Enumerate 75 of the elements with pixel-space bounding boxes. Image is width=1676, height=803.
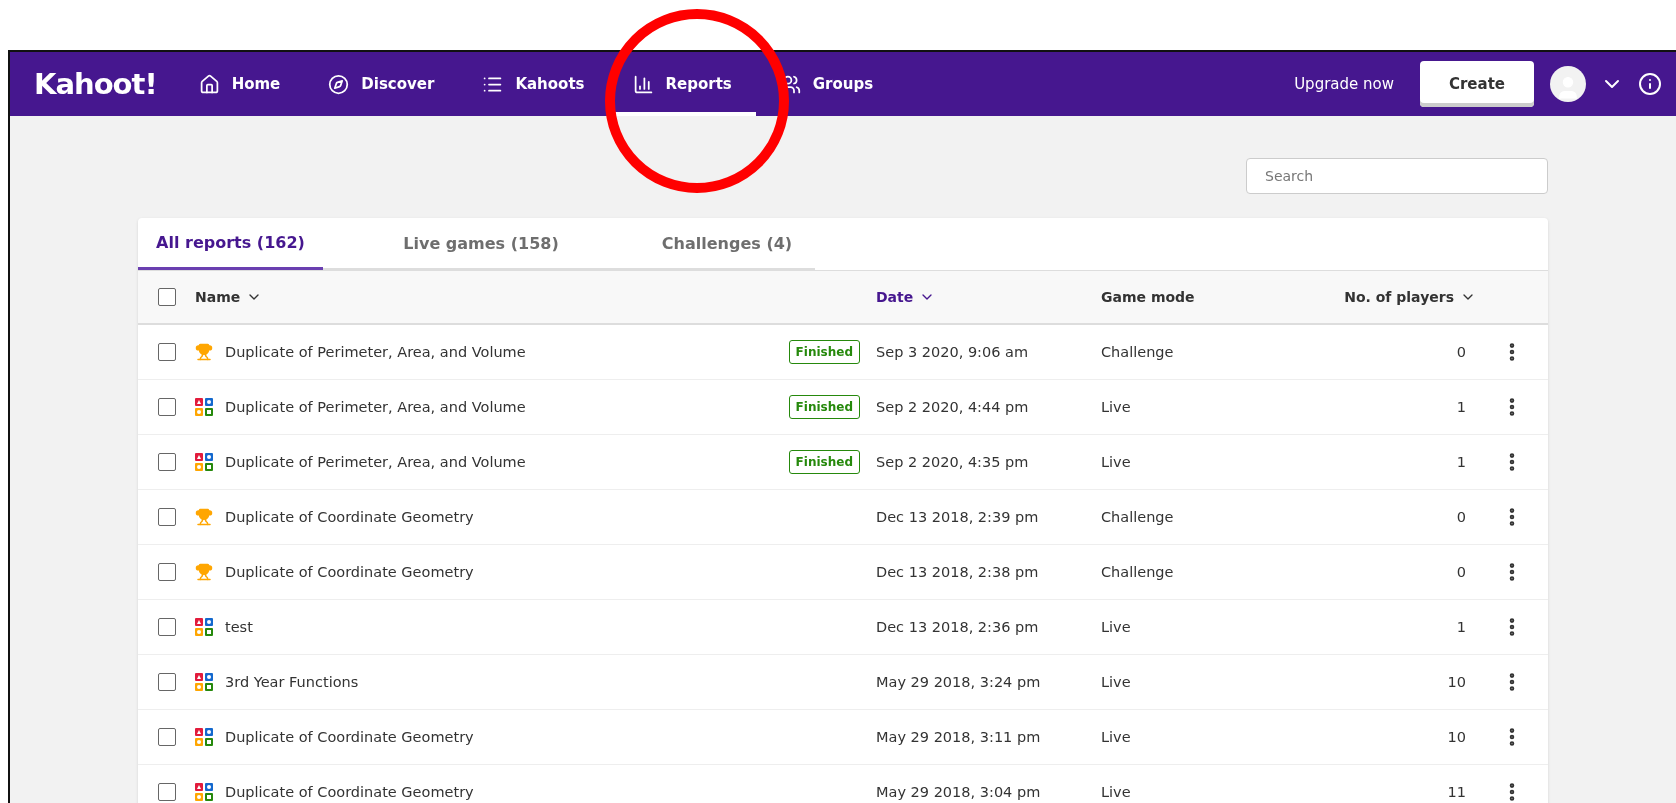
avatar[interactable] [1550,66,1586,102]
bar-chart-icon [632,73,654,95]
checkbox[interactable] [158,343,176,361]
trophy-icon [195,563,213,581]
table-cell-text: 10 [1446,674,1467,690]
table-cell-text: Dec 13 2018, 2:39 pm [876,509,1040,525]
home-icon [198,73,220,95]
trophy-icon [195,508,213,526]
status-badge: Finished [788,395,860,419]
checkbox[interactable] [158,508,176,526]
table-cell-text: Live [1101,619,1132,635]
table-cell-text: 1 [1455,399,1467,415]
nav-item[interactable]: Home [174,52,305,116]
table-cell-text: 0 [1455,344,1467,360]
colored-shapes-icon [195,618,213,636]
checkbox[interactable] [158,673,176,691]
nav-item[interactable]: Discover [304,52,459,116]
info-icon[interactable] [1638,72,1662,96]
create-button[interactable]: Create [1420,61,1534,107]
table-cell-text: Duplicate of Coordinate Geometry [225,729,475,745]
table-cell-text: Challenge [1101,509,1175,525]
table-cell-text: Dec 13 2018, 2:38 pm [876,564,1040,580]
table-cell-text: Live [1101,784,1132,800]
column-header[interactable]: Date [876,289,1101,305]
table-cell-text: Duplicate of Coordinate Geometry [225,509,475,525]
status-badge: Finished [788,450,860,474]
nav-item[interactable]: Reports [608,52,756,116]
compass-icon [328,73,350,95]
table-cell-text: 1 [1455,454,1467,470]
table-cell-text: Duplicate of Coordinate Geometry [225,784,475,800]
table-cell-text: Duplicate of Coordinate Geometry [225,564,475,580]
table-cell-text: Live [1101,729,1132,745]
table-cell-text: 0 [1455,509,1467,525]
search-field[interactable]: Search [1246,158,1548,194]
checkbox[interactable] [158,563,176,581]
table-cell-text: Sep 2 2020, 4:35 pm [876,454,1030,470]
checkbox[interactable] [158,618,176,636]
table-cell-text: Challenge [1101,564,1175,580]
checkbox[interactable] [158,783,176,801]
checkbox[interactable] [158,288,176,306]
table-cell-text: Dec 13 2018, 2:36 pm [876,619,1040,635]
nav-item[interactable]: Kahoots [458,52,609,116]
table-cell-text: Duplicate of Perimeter, Area, and Volume [225,454,527,470]
table-cell-text: Live [1101,399,1132,415]
table-cell-text: 10 [1446,729,1467,745]
status-badge: Finished [788,340,860,364]
table-cell-text: Live [1101,454,1132,470]
table-cell-text: 11 [1446,784,1467,800]
column-header[interactable]: Name [195,289,876,305]
table-cell-text: test [225,619,254,635]
table-cell-text: May 29 2018, 3:24 pm [876,674,1042,690]
table-cell-text: Challenge [1101,344,1175,360]
table-cell-text: 1 [1455,619,1467,635]
colored-shapes-icon [195,398,213,416]
checkbox[interactable] [158,728,176,746]
trophy-icon [195,343,213,361]
upgrade-link[interactable]: Upgrade now [1294,75,1394,93]
colored-shapes-icon [195,728,213,746]
column-header[interactable]: No. of players [1276,289,1476,305]
table-cell-text: 3rd Year Functions [225,674,360,690]
nav-item[interactable]: Groups [755,52,898,116]
table-cell-text: May 29 2018, 3:11 pm [876,729,1042,745]
table-cell-text: Sep 2 2020, 4:44 pm [876,399,1030,415]
table-cell-text: Sep 3 2020, 9:06 am [876,344,1030,360]
table-cell-text: May 29 2018, 3:04 pm [876,784,1042,800]
table-cell-text: Duplicate of Perimeter, Area, and Volume [225,399,527,415]
colored-shapes-icon [195,453,213,471]
checkbox[interactable] [158,453,176,471]
checkbox[interactable] [158,398,176,416]
table-cell-text: Duplicate of Perimeter, Area, and Volume [225,344,527,360]
column-header: Game mode [1101,289,1196,305]
table-cell-text: Live [1101,674,1132,690]
colored-shapes-icon [195,673,213,691]
table-cell-text: 0 [1455,564,1467,580]
logo[interactable]: Kahoot! [34,67,157,101]
